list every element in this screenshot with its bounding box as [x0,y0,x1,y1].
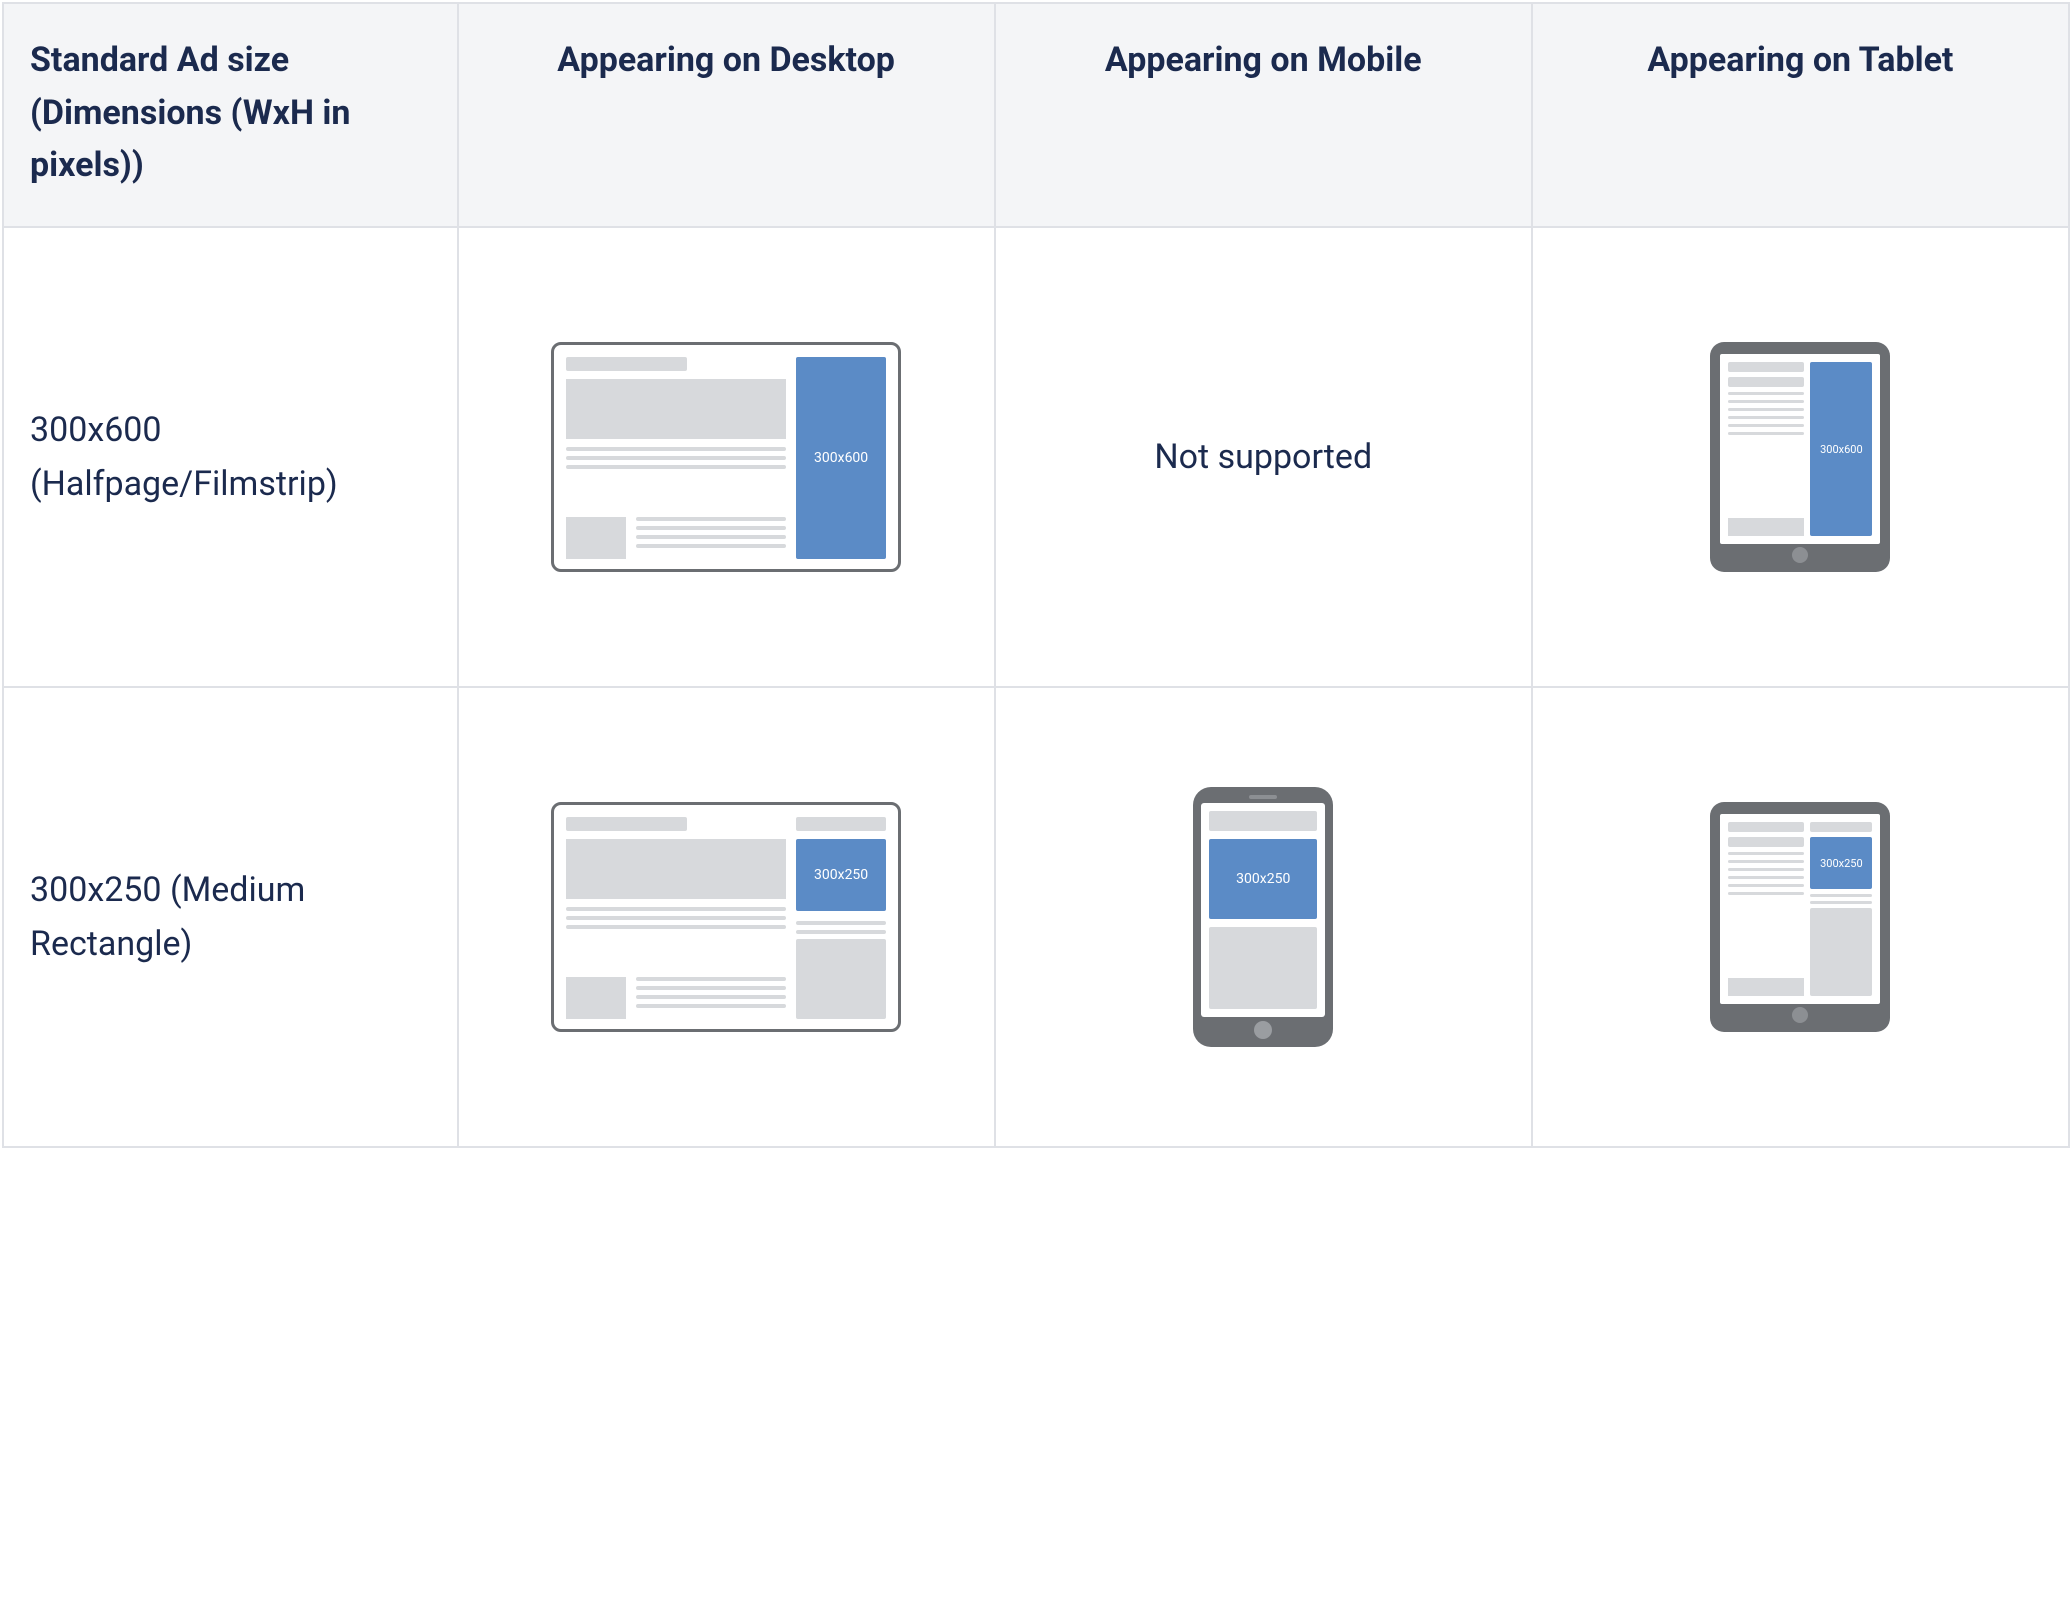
desktop-preview: 300x600 [458,227,995,687]
header-mobile: Appearing on Mobile [995,3,1532,227]
table-row: 300x250 (Medium Rectangle) [3,687,2069,1147]
desktop-icon: 300x250 [551,802,901,1032]
desktop-icon: 300x600 [551,342,901,572]
phone-icon: 300x250 [1193,787,1333,1047]
size-name: 300x250 (Medium Rectangle) [3,687,458,1147]
ad-placeholder: 300x250 [1810,837,1872,889]
tablet-icon: 300x250 [1710,802,1890,1032]
ad-size-table: Standard Ad size (Dimensions (WxH in pix… [2,2,2070,1148]
ad-placeholder: 300x600 [1810,362,1872,536]
not-supported-text: Not supported [1154,437,1372,477]
size-name: 300x600 (Halfpage/Filmstrip) [3,227,458,687]
ad-placeholder: 300x250 [1209,839,1317,919]
mobile-preview: 300x250 [995,687,1532,1147]
header-tablet: Appearing on Tablet [1532,3,2069,227]
ad-placeholder: 300x250 [796,839,886,911]
table-row: 300x600 (Halfpage/Filmstrip) [3,227,2069,687]
header-size: Standard Ad size (Dimensions (WxH in pix… [3,3,458,227]
tablet-preview: 300x600 [1532,227,2069,687]
tablet-icon: 300x600 [1710,342,1890,572]
table-header-row: Standard Ad size (Dimensions (WxH in pix… [3,3,2069,227]
mobile-preview: Not supported [995,227,1532,687]
tablet-preview: 300x250 [1532,687,2069,1147]
desktop-preview: 300x250 [458,687,995,1147]
ad-placeholder: 300x600 [796,357,886,559]
header-desktop: Appearing on Desktop [458,3,995,227]
